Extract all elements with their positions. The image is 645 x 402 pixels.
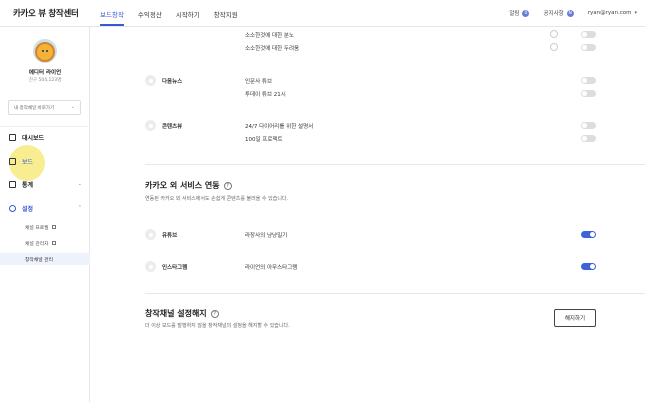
nav-support[interactable]: 창작지원 [214,9,238,19]
sidebar-sub-channel-admin[interactable]: 채널 관리자 [0,237,90,249]
section-divider [145,164,645,165]
chart-icon [9,180,16,188]
avatar [33,39,57,63]
service-name: 인스타그램 [162,265,188,271]
chevron-up-icon: ⌃ [77,205,82,211]
board-toggle[interactable] [581,90,596,97]
section-divider [145,293,645,294]
notice-label: 공지사항 [543,11,564,17]
app-logo[interactable]: 카카오 뷰 창작센터 [13,7,79,19]
sidebar-item-label: 통계 [22,181,34,189]
account-email: ryan@ryan.com [587,10,632,16]
sidebar-item-board[interactable]: 보드 [0,154,90,168]
external-section-desc: 연동된 카카오 외 서비스에서도 손쉽게 콘텐츠를 불러올 수 있습니다. [145,196,289,202]
alert-count-badge: 0 [522,9,530,17]
section-title-text: 창작채널 설정해지 [145,309,207,318]
notice-link[interactable]: 공지사항 N [543,9,574,17]
board-toggle[interactable] [581,122,596,129]
board-toggle[interactable] [581,31,596,38]
instagram-toggle[interactable] [581,263,596,270]
profile-friends-count: 친구 504,123명 [28,78,62,83]
sidebar-sub-label: 채널 관리자 [25,241,49,247]
main-content: 소소한것에 대한 분노 소소한것에 대한 두려움 다음뉴스 인문사 튜브 투데이… [91,27,645,402]
top-bar: 카카오 뷰 창작센터 보드창작 수익정산 시작하기 창작지원 알림 0 공지사항… [0,0,645,27]
nav-revenue[interactable]: 수익정산 [138,9,162,19]
channel-select-placeholder: 내 창작채널 바로가기 [14,106,55,111]
sidebar-item-settings[interactable]: 설정 ⌃ [0,201,90,215]
chevron-down-icon: ⌄ [77,181,82,187]
main-nav: 보드창작 수익정산 시작하기 창작지원 [100,9,252,26]
section-title-text: 카카오 외 서비스 연동 [145,181,220,190]
cancel-section-desc: 더 이상 보드를 발행하지 않을 창작채널의 설정을 해지할 수 있습니다. [145,323,290,329]
board-name: 인문사 튜브 [245,79,273,85]
cancel-section-title: 창작채널 설정해지 ? [145,308,219,319]
board-toggle[interactable] [581,44,596,51]
channel-select[interactable]: 내 창작채널 바로가기 ⌄ [8,100,81,115]
sidebar-item-stats[interactable]: 통계 ⌄ [0,177,90,191]
divider [0,126,90,127]
sidebar-sub-channel-manage[interactable]: 창작채널 관리 [0,253,90,265]
board-toggle[interactable] [581,135,596,142]
service-name: 다음뉴스 [162,79,183,85]
account-menu[interactable]: ryan@ryan.com ▾ [588,10,637,16]
alert-label: 알림 [509,11,520,17]
youtube-icon [145,229,156,240]
external-section-title: 카카오 외 서비스 연동 ? [145,180,232,191]
profile-name: 에디터 라이언 [28,70,62,76]
notice-new-badge: N [566,9,574,17]
alert-link[interactable]: 알림 0 [509,9,530,17]
board-name: 24/7 다이어리를 위한 설명서 [245,124,314,130]
board-name: 소소한것에 대한 두려움 [245,46,300,52]
sidebar-item-label: 설정 [22,205,34,213]
gear-icon [9,204,16,212]
board-radio[interactable] [550,30,558,38]
sidebar-item-label: 대시보드 [22,134,45,142]
content-view-icon [145,120,156,131]
instagram-icon [145,261,156,272]
dashboard-icon [9,133,16,141]
linked-account: 라장사의 냥냥밀기 [245,233,288,239]
nav-board-create[interactable]: 보드창작 [100,9,124,26]
external-link-icon [51,225,56,229]
chevron-down-icon: ⌄ [70,104,75,110]
external-link-icon [51,241,56,245]
board-toggle[interactable] [581,77,596,84]
sidebar: 에디터 라이언 친구 504,123명 내 창작채널 바로가기 ⌄ 대시보드 보… [0,27,90,402]
help-icon[interactable]: ? [223,181,232,190]
youtube-toggle[interactable] [581,231,596,238]
board-radio[interactable] [550,43,558,51]
top-right-menu: 알림 0 공지사항 N ryan@ryan.com ▾ [495,9,637,17]
sidebar-item-label: 보드 [22,158,34,166]
daum-news-icon [145,75,156,86]
sidebar-sub-label: 창작채널 관리 [25,257,54,263]
board-name: 소소한것에 대한 분노 [245,33,295,39]
board-icon [9,157,16,165]
service-name: 콘텐츠뷰 [162,124,183,130]
service-name: 유튜브 [162,233,178,239]
sidebar-sub-channel-profile[interactable]: 채널 프로필 [0,221,90,233]
sidebar-item-dashboard[interactable]: 대시보드 [0,130,90,144]
board-name: 100일 프로젝트 [245,137,283,143]
cancel-channel-button[interactable]: 해지하기 [554,309,596,327]
nav-start[interactable]: 시작하기 [176,9,200,19]
help-icon[interactable]: ? [210,309,219,318]
sidebar-sub-label: 채널 프로필 [25,225,49,231]
chevron-down-icon: ▾ [634,10,637,16]
board-name: 투데이 튜브 21시 [245,92,286,98]
linked-account: 라이언의 아무스타그램 [245,265,298,271]
